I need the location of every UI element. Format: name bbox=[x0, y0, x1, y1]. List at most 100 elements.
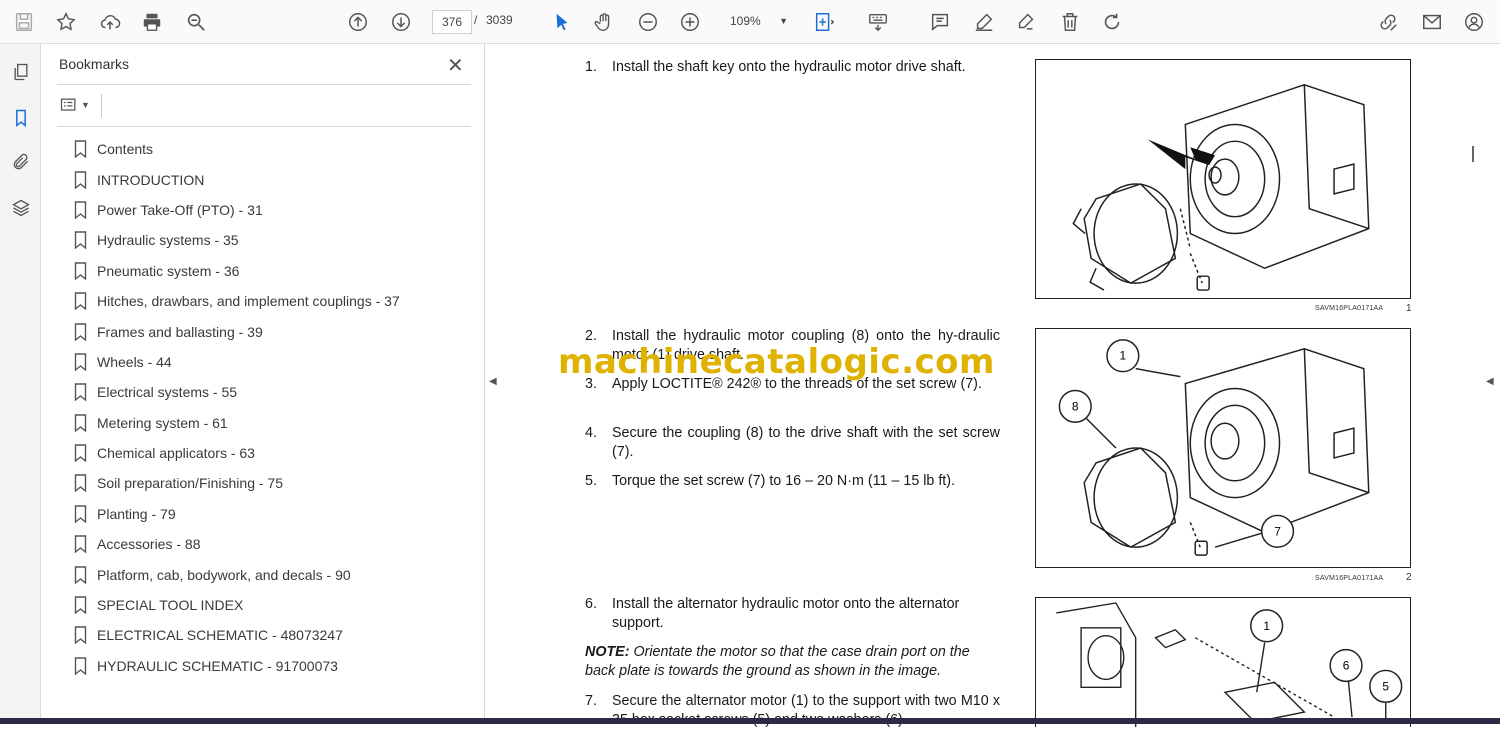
expand-panel-icon[interactable]: ◀ bbox=[1486, 376, 1494, 387]
rotate-icon[interactable] bbox=[1098, 8, 1126, 36]
bookmark-label: Soil preparation/Finishing - 75 bbox=[97, 475, 283, 492]
bookmark-panel-icon[interactable] bbox=[9, 106, 33, 130]
cloud-upload-icon[interactable] bbox=[96, 8, 124, 36]
bookmark-item[interactable]: Soil preparation/Finishing - 75 bbox=[74, 468, 400, 498]
divider bbox=[57, 84, 471, 85]
bookmark-item[interactable]: Contents bbox=[74, 134, 400, 164]
chevron-down-icon: ▼ bbox=[779, 16, 788, 26]
bookmark-label: Hydraulic systems - 35 bbox=[97, 232, 239, 249]
bookmark-label: INTRODUCTION bbox=[97, 171, 205, 188]
bookmark-label: Pneumatic system - 36 bbox=[97, 262, 240, 279]
figure-3-alternator-motor: 1 6 5 bbox=[1035, 597, 1411, 727]
scrollbar-thumb[interactable] bbox=[1472, 146, 1474, 162]
watermark-text: machinecatalogic.com bbox=[558, 342, 995, 382]
bookmark-item[interactable]: Accessories - 88 bbox=[74, 529, 400, 559]
page-total: 3039 bbox=[486, 13, 513, 27]
bookmark-label: Hitches, drawbars, and implement couplin… bbox=[97, 293, 400, 310]
save-icon[interactable] bbox=[10, 8, 38, 36]
bookmark-item[interactable]: INTRODUCTION bbox=[74, 164, 400, 194]
zoom-search-icon[interactable] bbox=[182, 8, 210, 36]
bookmark-item[interactable]: Frames and ballasting - 39 bbox=[74, 316, 400, 346]
comment-icon[interactable] bbox=[926, 8, 954, 36]
note-text: Orientate the motor so that the case dra… bbox=[585, 644, 970, 679]
page-up-icon[interactable] bbox=[344, 8, 372, 36]
bookmark-item[interactable]: Planting - 79 bbox=[74, 499, 400, 529]
step-number: 7. bbox=[585, 693, 597, 709]
bookmark-icon bbox=[74, 262, 87, 280]
bookmark-item[interactable]: Hitches, drawbars, and implement couplin… bbox=[74, 286, 400, 316]
figure-2-caption: SAVM16PLA0171AA bbox=[1315, 575, 1384, 582]
bookmark-icon bbox=[74, 322, 87, 341]
attachment-icon[interactable] bbox=[9, 150, 33, 174]
bookmark-icon bbox=[74, 535, 87, 554]
step-number: 6. bbox=[585, 596, 597, 612]
bookmark-label: SPECIAL TOOL INDEX bbox=[97, 597, 244, 614]
bookmark-label: Planting - 79 bbox=[97, 505, 176, 522]
bookmark-item[interactable]: Metering system - 61 bbox=[74, 408, 400, 438]
callout-8: 8 bbox=[1072, 399, 1079, 413]
bookmark-item[interactable]: Pneumatic system - 36 bbox=[74, 256, 400, 286]
bookmark-icon bbox=[74, 231, 87, 250]
chevron-down-icon: ▼ bbox=[81, 100, 90, 110]
bookmark-item[interactable]: ELECTRICAL SCHEMATIC - 48073247 bbox=[74, 620, 400, 650]
step-text: Install the alternator hydraulic motor o… bbox=[612, 596, 960, 631]
bookmark-label: Contents bbox=[97, 141, 154, 158]
page-separator: / bbox=[474, 13, 478, 27]
zoom-level-select[interactable]: 109% ▼ bbox=[718, 10, 796, 32]
account-icon[interactable] bbox=[1460, 8, 1488, 36]
zoom-in-icon[interactable] bbox=[676, 8, 704, 36]
hand-tool-icon[interactable] bbox=[590, 8, 618, 36]
bookmark-icon bbox=[74, 657, 87, 675]
page-down-icon[interactable] bbox=[387, 8, 415, 36]
zoom-level-value: 109% bbox=[730, 14, 761, 28]
motor-illustration bbox=[1072, 84, 1370, 291]
step-number: 5. bbox=[585, 473, 597, 489]
bookmark-item[interactable]: HYDRAULIC SCHEMATIC - 91700073 bbox=[74, 651, 400, 681]
step-text: Secure the alternator motor (1) to the s… bbox=[612, 693, 1000, 728]
bookmark-options-button[interactable]: ▼ bbox=[59, 94, 93, 116]
bookmark-item[interactable]: Platform, cab, bodywork, and decals - 90 bbox=[74, 559, 400, 589]
delete-icon[interactable] bbox=[1056, 8, 1084, 36]
star-icon[interactable] bbox=[52, 8, 80, 36]
step-text: Install the shaft key onto the hydraulic… bbox=[612, 59, 966, 75]
bookmark-label: Wheels - 44 bbox=[97, 353, 172, 370]
layers-icon[interactable] bbox=[9, 196, 33, 220]
collapse-panel-icon[interactable]: ◀ bbox=[489, 376, 497, 387]
bookmark-label: Electrical systems - 55 bbox=[97, 384, 238, 401]
bookmark-item[interactable]: Chemical applicators - 63 bbox=[74, 438, 400, 468]
zoom-out-icon[interactable] bbox=[634, 8, 662, 36]
bookmark-item[interactable]: Electrical systems - 55 bbox=[74, 377, 400, 407]
bookmark-label: Metering system - 61 bbox=[97, 414, 228, 431]
keyboard-scroll-icon[interactable] bbox=[864, 8, 892, 36]
document-page: 1. Install the shaft key onto the hydrau… bbox=[500, 44, 1470, 728]
bookmark-label: Platform, cab, bodywork, and decals - 90 bbox=[97, 566, 351, 583]
select-cursor-icon[interactable] bbox=[548, 8, 576, 36]
print-icon[interactable] bbox=[138, 8, 166, 36]
highlight-pen-icon[interactable] bbox=[970, 8, 998, 36]
side-rail bbox=[0, 44, 41, 724]
bookmark-item[interactable]: Hydraulic systems - 35 bbox=[74, 225, 400, 255]
page-number-input[interactable]: 376 bbox=[432, 10, 472, 34]
bookmark-label: ELECTRICAL SCHEMATIC - 48073247 bbox=[97, 627, 343, 644]
fit-page-icon[interactable] bbox=[810, 8, 838, 36]
sign-icon[interactable] bbox=[1012, 8, 1040, 36]
callout-1: 1 bbox=[1120, 349, 1127, 363]
figure-1-motor-shaft-key bbox=[1035, 59, 1411, 299]
link-edit-icon[interactable] bbox=[1374, 8, 1402, 36]
bookmark-icon bbox=[74, 414, 87, 432]
bookmark-list: Contents INTRODUCTION Power Take-Off (PTO)… bbox=[74, 134, 400, 681]
bookmark-icon bbox=[74, 170, 87, 189]
taskbar-strip bbox=[0, 718, 1500, 724]
bookmark-item[interactable]: Wheels - 44 bbox=[74, 347, 400, 377]
callout-1: 1 bbox=[1263, 619, 1270, 633]
bookmark-item[interactable]: Power Take-Off (PTO) - 31 bbox=[74, 195, 400, 225]
bookmark-item[interactable]: SPECIAL TOOL INDEX bbox=[74, 590, 400, 620]
pages-icon[interactable] bbox=[9, 60, 33, 84]
callout-5: 5 bbox=[1382, 679, 1389, 693]
figure-1-number: 1 bbox=[1406, 303, 1412, 314]
note-label: NOTE: bbox=[585, 644, 630, 660]
close-icon[interactable]: ✕ bbox=[447, 53, 464, 78]
mail-icon[interactable] bbox=[1418, 8, 1446, 36]
step-number: 1. bbox=[585, 59, 597, 75]
divider bbox=[101, 94, 102, 118]
